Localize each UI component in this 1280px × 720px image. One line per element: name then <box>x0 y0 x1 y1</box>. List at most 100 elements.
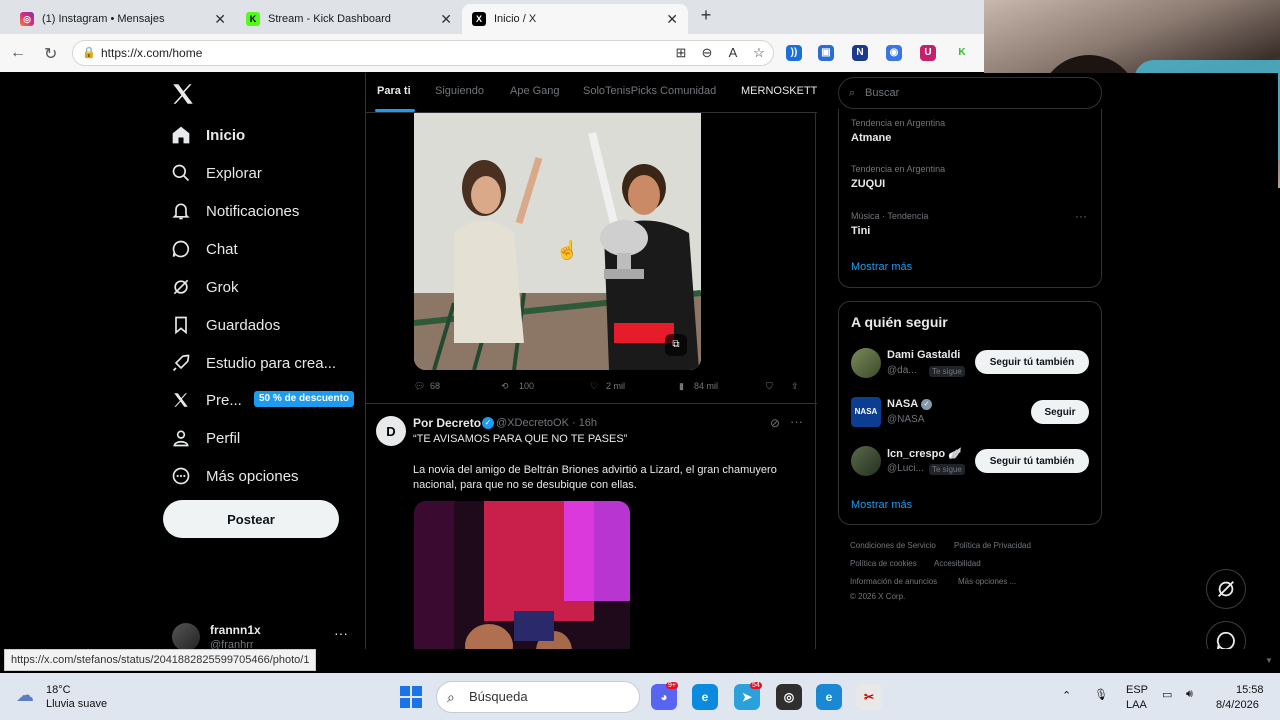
tweet-photo[interactable] <box>414 501 630 649</box>
chevron-up-icon[interactable]: ⌃ <box>1062 689 1071 702</box>
nav-item-inicio[interactable]: Inicio <box>170 120 245 150</box>
back-icon[interactable]: ← <box>10 44 26 62</box>
nav-item-grok[interactable]: Grok <box>170 272 239 302</box>
read-aloud-icon[interactable]: A <box>725 45 741 61</box>
app-icon[interactable]: ◎ <box>776 684 802 710</box>
chat-fab-button[interactable] <box>1206 621 1246 649</box>
tweet-author-handle[interactable]: @XDecretoOK · 16h <box>496 417 597 429</box>
tab-siguiendo[interactable]: Siguiendo <box>435 85 484 97</box>
close-icon[interactable]: ✕ <box>214 11 226 28</box>
extension-icon-3[interactable]: N <box>852 45 868 61</box>
language-layout[interactable]: LAA <box>1126 699 1147 711</box>
nav-item-guardados[interactable]: Guardados <box>170 310 280 340</box>
scroll-down-icon[interactable]: ▼ <box>1265 656 1273 665</box>
nav-item-perfil[interactable]: Perfil <box>170 423 240 453</box>
alt-media-icon[interactable]: ⧉ <box>665 334 687 356</box>
favorite-star-icon[interactable]: ☆ <box>751 45 767 61</box>
views-icon[interactable]: ▮ <box>679 381 684 392</box>
more-icon[interactable]: ··· <box>1075 209 1087 223</box>
zoom-icon[interactable]: ⊖ <box>699 45 715 61</box>
follow-button[interactable]: Seguir <box>1031 400 1089 424</box>
show-more-trends-link[interactable]: Mostrar más <box>851 261 912 273</box>
trend-item[interactable]: ZUQUI <box>851 178 885 190</box>
avatar[interactable]: D <box>376 416 406 446</box>
follow-back-button[interactable]: Seguir tú también <box>975 350 1089 374</box>
tab-mernosketti[interactable]: MERNOSKETTI <box>741 85 817 97</box>
extension-icon-6[interactable]: K <box>954 45 970 61</box>
tab-solotenispicks[interactable]: SoloTenisPicks Comunidad <box>583 85 716 97</box>
close-icon[interactable]: ✕ <box>440 11 452 28</box>
edge-icon[interactable]: e <box>692 684 718 710</box>
reload-icon[interactable]: ↻ <box>44 44 57 64</box>
footer-link[interactable]: Más opciones ... <box>958 577 1016 586</box>
account-switcher[interactable]: frannn1x @franhrr ··· <box>170 621 360 649</box>
grok-icon[interactable]: ⊘ <box>770 416 780 430</box>
tweet-author-name[interactable]: Por Decreto <box>413 416 481 430</box>
user-name[interactable]: lcn_crespo 🪽 <box>887 447 962 460</box>
bookmark-icon[interactable]: ⛉ <box>766 381 773 392</box>
user-name[interactable]: NASA <box>887 398 918 410</box>
nav-item-premium[interactable]: Pre... <box>170 385 242 415</box>
follows-you-badge: Te sigue <box>929 464 965 475</box>
share-icon[interactable]: ⇪ <box>791 381 799 392</box>
network-icon[interactable]: ▭ <box>1162 688 1172 701</box>
volume-icon[interactable]: 🔊︎ <box>1186 688 1193 701</box>
user-name[interactable]: Dami Gastaldi <box>887 349 960 361</box>
tab-x[interactable]: X Inicio / X ✕ <box>462 4 688 34</box>
clock-date[interactable]: 8/4/2026 <box>1216 699 1259 711</box>
weather-temp[interactable]: 18°C <box>46 684 71 696</box>
repost-icon[interactable]: ⟲ <box>501 381 509 392</box>
windows-start-icon[interactable] <box>398 684 424 710</box>
search-input[interactable]: ⌕ Buscar <box>838 77 1102 109</box>
tab-ape-gang[interactable]: Ape Gang <box>510 85 560 97</box>
clock-time[interactable]: 15:58 <box>1236 684 1264 696</box>
footer-link[interactable]: Política de Privacidad <box>954 541 1031 550</box>
tab-kick[interactable]: K Stream - Kick Dashboard ✕ <box>236 4 462 34</box>
new-tab-button[interactable]: + <box>696 5 716 27</box>
extension-icon-4[interactable]: ◉ <box>886 45 902 61</box>
nav-item-estudio[interactable]: Estudio para crea... <box>170 348 336 378</box>
close-icon[interactable]: ✕ <box>666 11 678 28</box>
tab-instagram[interactable]: ◎ (1) Instagram • Mensajes ✕ <box>10 4 236 34</box>
app-icon[interactable]: ⊞ <box>673 45 689 61</box>
nav-item-mas-opciones[interactable]: Más opciones <box>170 461 299 491</box>
nav-label: Pre... <box>206 391 242 409</box>
search-icon <box>170 162 192 184</box>
tab-para-ti[interactable]: Para ti <box>377 85 411 97</box>
like-icon[interactable]: ♡ <box>590 381 598 392</box>
nasa-logo-icon[interactable]: NASA <box>851 397 881 427</box>
page-scrollbar[interactable]: ▼ <box>1265 190 1275 668</box>
footer-link[interactable]: Política de cookies <box>850 559 917 568</box>
nav-item-chat[interactable]: Chat <box>170 234 238 264</box>
more-icon[interactable]: ··· <box>334 625 348 641</box>
extension-icon-1[interactable]: )) <box>786 45 802 61</box>
snipping-tool-icon[interactable]: ✂ <box>856 684 882 710</box>
post-button[interactable]: Postear <box>163 500 339 538</box>
footer-link[interactable]: Información de anuncios <box>850 577 937 586</box>
extension-icon-2[interactable]: ▣ <box>818 45 834 61</box>
tab-title: Stream - Kick Dashboard <box>268 13 391 25</box>
avatar[interactable] <box>851 446 881 476</box>
view-count: 84 mil <box>694 381 719 391</box>
footer-link[interactable]: Accesibilidad <box>934 559 981 568</box>
grok-fab-button[interactable] <box>1206 569 1246 609</box>
show-more-follow-link[interactable]: Mostrar más <box>851 499 912 511</box>
weather-desc[interactable]: Lluvia suave <box>46 698 107 710</box>
avatar[interactable] <box>851 348 881 378</box>
reply-icon[interactable]: 💬︎ <box>414 381 425 392</box>
tweet[interactable]: D Por Decreto ✓ @XDecretoOK · 16h ⊘ ··· … <box>366 403 817 649</box>
trend-item[interactable]: Tini <box>851 225 870 237</box>
follow-back-button[interactable]: Seguir tú también <box>975 449 1089 473</box>
more-icon[interactable]: ··· <box>790 414 803 429</box>
microphone-icon[interactable]: 🎙︎ <box>1094 688 1108 701</box>
edge-canary-icon[interactable]: e <box>816 684 842 710</box>
footer-link[interactable]: Condiciones de Servicio <box>850 541 936 550</box>
x-logo-icon[interactable] <box>170 81 196 107</box>
extension-icon-5[interactable]: U <box>920 45 936 61</box>
language-indicator[interactable]: ESP <box>1126 684 1148 696</box>
nav-item-notificaciones[interactable]: Notificaciones <box>170 196 299 226</box>
trend-item[interactable]: Atmane <box>851 132 891 144</box>
nav-item-explorar[interactable]: Explorar <box>170 158 262 188</box>
address-bar[interactable]: 🔒 https://x.com/home ⊞ ⊖ A ☆ <box>72 40 774 66</box>
taskbar-search[interactable]: ⌕ Búsqueda <box>436 681 640 713</box>
